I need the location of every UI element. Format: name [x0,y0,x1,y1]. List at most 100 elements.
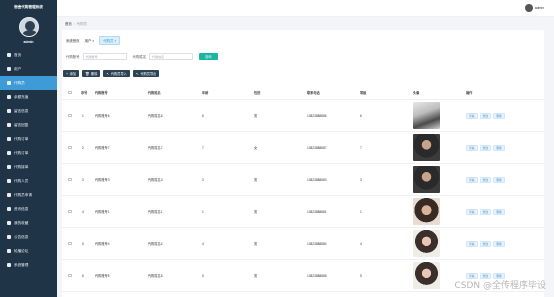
delete-row-button[interactable]: 删除 [493,240,505,247]
cell-level: 7 [360,145,362,150]
avatar-photo [413,102,440,129]
cell-account: 代购账号5 [95,274,110,278]
view-button[interactable]: 查看 [466,240,478,247]
table-row: 2 代购账号7 代购姓名7 7 女 13823888887 7 查看 修改 删除 [62,132,544,164]
sidebar-item-staff[interactable]: 代购人员 [0,174,57,188]
cell-gender: 男 [254,210,258,214]
delete-row-button[interactable]: 删除 [493,144,505,151]
cell-name: 代购姓名7 [148,146,163,150]
plus-icon: + [66,71,69,76]
select-all-checkbox[interactable] [68,90,72,95]
reply-icon [6,123,11,128]
sidebar-item-apply[interactable]: 代购员申请 [0,188,57,202]
header-photo: 头像 [413,91,420,95]
view-button[interactable]: 查看 [466,112,478,119]
row-checkbox[interactable] [68,209,72,214]
cell-level: 4 [360,241,362,246]
cell-phone: 13823888885 [307,273,327,278]
header-phone[interactable]: 联系电话 [307,90,320,95]
tab-daigouyuan[interactable]: 代购员 × [99,36,121,45]
staff-icon [6,179,11,184]
wallet-icon [6,95,11,100]
sidebar-item-orders[interactable]: 代购订单 [0,132,57,146]
search-bar: 代购账号 代购账号 代购姓名 代购姓名 查询 [66,53,218,60]
view-button[interactable]: 查看 [466,208,478,215]
avatar[interactable] [18,17,39,37]
header-age[interactable]: 年龄 [202,90,208,95]
view-button[interactable]: 查看 [466,144,478,151]
order-icon [6,137,11,142]
avatar-photo [413,198,440,225]
edit-button[interactable]: 修改 [479,112,492,119]
avatar [524,4,533,12]
cell-phone: 13823888883 [307,177,327,182]
cell-phone: 13823888884 [307,241,327,246]
account-label: 代购账号 [66,55,80,59]
notice-icon [6,235,11,240]
table-row: 4 代购账号1 代购姓名1 1 男 13823888881 1 查看 修改 删除 [62,196,544,228]
sidebar-item-orders-2[interactable]: 代购订单 [0,146,57,160]
cell-no: 2 [82,145,84,150]
edit-button[interactable]: 修改 [479,144,492,151]
sidebar-item-system[interactable]: 系统管理 [0,258,57,272]
header-gender[interactable]: 性别 [254,90,260,95]
tab-home[interactable]: 系统首页 [66,38,80,43]
cell-gender: 男 [254,242,258,246]
sidebar-item-user[interactable]: 用户 [0,62,57,76]
watermark: CSDN @全传程序毕设 [454,281,546,291]
star-icon [6,221,11,226]
row-actions: 查看 修改 删除 [466,240,507,247]
row-actions: 查看 修改 删除 [466,176,507,183]
header-account[interactable]: 代购账号 [95,90,108,95]
view-button[interactable]: 查看 [466,176,478,183]
tab-user[interactable]: 用户 × [85,38,95,43]
app-title: 宿舍代购管理系统 [14,4,43,9]
export-button[interactable]: ↖ 代购员导出 [132,70,160,77]
edit-button[interactable]: 修改 [479,208,492,215]
table-row: 1 代购账号6 代购姓名6 6 男 13823888886 6 查看 修改 删除 [62,100,544,132]
cell-name: 代购姓名6 [148,114,163,118]
delete-row-button[interactable]: 删除 [493,176,505,183]
apply-icon [6,193,11,198]
add-button[interactable]: + 添加 [63,70,79,77]
cell-name: 代购姓名1 [148,210,163,214]
name-input[interactable]: 代购姓名 [149,53,194,60]
header-username: admin [534,6,544,10]
row-checkbox[interactable] [68,113,72,118]
sidebar-item-favorites[interactable]: 我的收藏 [0,216,57,230]
import-button[interactable]: ↖ 代购员导入 [103,70,130,77]
header-no[interactable]: 序号 [81,90,87,95]
header-name[interactable]: 代购姓名 [148,90,161,95]
header-user[interactable]: admin [524,4,544,12]
cell-gender: 男 [254,178,258,182]
cell-gender: 男 [254,274,258,278]
search-button[interactable]: 查询 [199,53,218,60]
cell-gender: 男 [254,114,258,118]
account-input[interactable]: 代购账号 [82,53,127,60]
sidebar-item-notice[interactable]: 公告信息 [0,230,57,244]
avatar-photo [413,166,440,193]
row-checkbox[interactable] [68,273,72,278]
breadcrumb-home[interactable]: 首页 [65,22,72,26]
cell-level: 3 [360,177,362,182]
cell-name: 代购姓名4 [148,242,163,246]
delete-button[interactable]: 🗑 删除 [81,70,101,77]
delete-row-button[interactable]: 删除 [493,208,505,215]
sidebar-item-news[interactable]: 资讯信息 [0,202,57,216]
sidebar-item-daigouyuan[interactable]: 代购员 [0,76,57,90]
delete-row-button[interactable]: 删除 [493,112,505,119]
cell-no: 1 [82,113,84,118]
sidebar-item-messages[interactable]: 留言信息 [0,104,57,118]
sidebar-item-replies[interactable]: 留言回复 [0,118,57,132]
row-checkbox[interactable] [68,177,72,182]
sidebar-item-forum[interactable]: 轮播论坛 [0,244,57,258]
edit-button[interactable]: 修改 [479,176,492,183]
cell-age: 5 [202,273,204,278]
sidebar-item-recharge[interactable]: 余额充值 [0,90,57,104]
sidebar-item-home[interactable]: 首页 [0,48,57,62]
row-checkbox[interactable] [68,145,72,150]
edit-button[interactable]: 修改 [479,240,492,247]
row-checkbox[interactable] [68,241,72,246]
header-level[interactable]: 等级 [360,90,366,95]
sidebar-item-accept[interactable]: 代购接单 [0,160,57,174]
